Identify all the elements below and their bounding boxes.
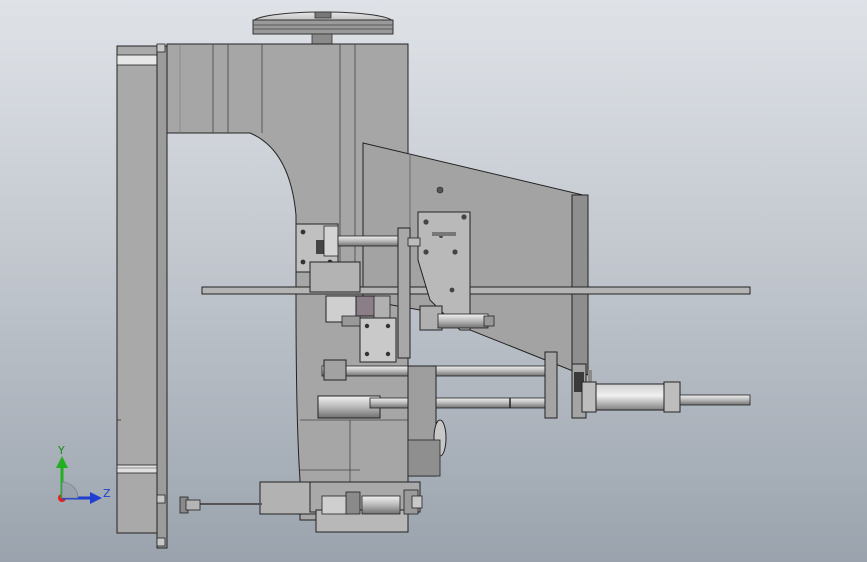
lower-body [407, 365, 447, 477]
top-pulley [252, 11, 394, 45]
bottom-drive-assembly [259, 481, 423, 533]
axis-triad: Y Z [56, 444, 111, 504]
triad-arc [61, 481, 79, 499]
bottom-push-rod [179, 496, 262, 514]
z-axis-arrowhead [90, 492, 102, 504]
y-axis-label: Y [57, 444, 65, 457]
cad-viewport[interactable]: Y Z [0, 0, 867, 562]
left-column-plate [116, 43, 168, 549]
horizontal-guide-bar [201, 286, 751, 295]
pneumatic-cylinder [581, 381, 751, 413]
y-axis-arrowhead [56, 456, 68, 468]
z-axis-label: Z [103, 487, 111, 500]
machine-drawing: Y Z [56, 11, 751, 549]
